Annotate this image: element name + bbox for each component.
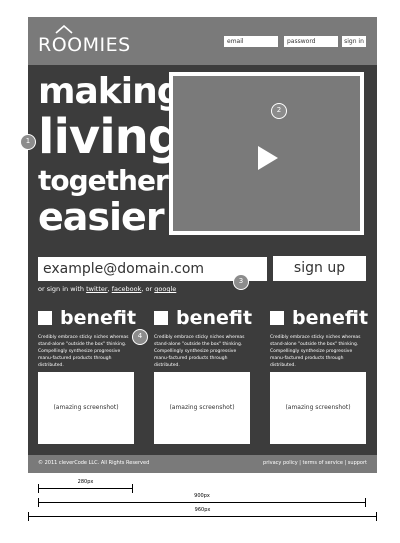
play-icon[interactable] [258, 146, 278, 170]
logo[interactable]: ROOMIES [38, 34, 131, 56]
benefit-description: Credibly embrace sticky niches whereas s… [270, 335, 361, 368]
dimension-960: 960px [28, 507, 377, 521]
facebook-link[interactable]: facebook [112, 285, 142, 293]
password-field[interactable]: password [284, 36, 338, 47]
separator-or: , or [141, 285, 153, 293]
dimension-label: 280px [75, 479, 96, 485]
copyright-text: © 2011 cleverCode LLC. All Rights Reserv… [38, 460, 150, 466]
signup-email-input[interactable]: example@domain.com [38, 257, 267, 281]
annotation-badge-2: 2 [271, 103, 287, 119]
alt-signin-text: or sign in with twitter, facebook, or go… [38, 285, 176, 293]
video-player[interactable] [169, 72, 364, 235]
dimension-label: 900px [192, 493, 212, 499]
benefit-title: benefit [176, 307, 253, 329]
screenshot-placeholder: (amazing screenshot) [270, 372, 366, 444]
benefit-title: benefit [60, 307, 137, 329]
dimension-label: 960px [192, 507, 213, 513]
twitter-link[interactable]: twitter [86, 285, 107, 293]
separator-comma: , [107, 285, 110, 293]
page-wireframe: ROOMIES email password sign in making li… [28, 17, 377, 473]
alt-signin-prefix: or sign in with [38, 285, 85, 293]
benefit-icon [270, 311, 284, 325]
benefit-description: Credibly embrace sticky niches whereas s… [154, 335, 245, 368]
footer: © 2011 cleverCode LLC. All Rights Reserv… [28, 455, 377, 473]
hero-line-3: together [38, 164, 169, 197]
annotation-badge-1: 1 [20, 134, 36, 150]
screenshot-placeholder: (amazing screenshot) [38, 372, 134, 444]
benefit-icon [38, 311, 52, 325]
footer-links[interactable]: privacy policy | terms of service | supp… [263, 460, 367, 466]
top-bar: ROOMIES email password sign in [28, 17, 377, 65]
hero-line-1: making [38, 71, 182, 112]
benefit-title: benefit [292, 307, 369, 329]
benefit-description: Credibly embrace sticky niches whereas s… [38, 335, 129, 368]
annotation-badge-3: 3 [233, 274, 249, 290]
annotation-badge-4: 4 [132, 329, 148, 345]
hero-line-2: living [38, 109, 182, 165]
dimension-900: 900px [38, 493, 366, 507]
email-field[interactable]: email [224, 36, 278, 47]
roof-icon [55, 25, 73, 34]
screenshot-placeholder: (amazing screenshot) [154, 372, 250, 444]
google-link[interactable]: google [154, 285, 176, 293]
dimension-280: 280px [38, 479, 133, 493]
hero-line-4: easier [38, 195, 165, 239]
sign-in-button[interactable]: sign in [342, 36, 366, 47]
benefit-icon [154, 311, 168, 325]
sign-up-button[interactable]: sign up [273, 256, 366, 281]
